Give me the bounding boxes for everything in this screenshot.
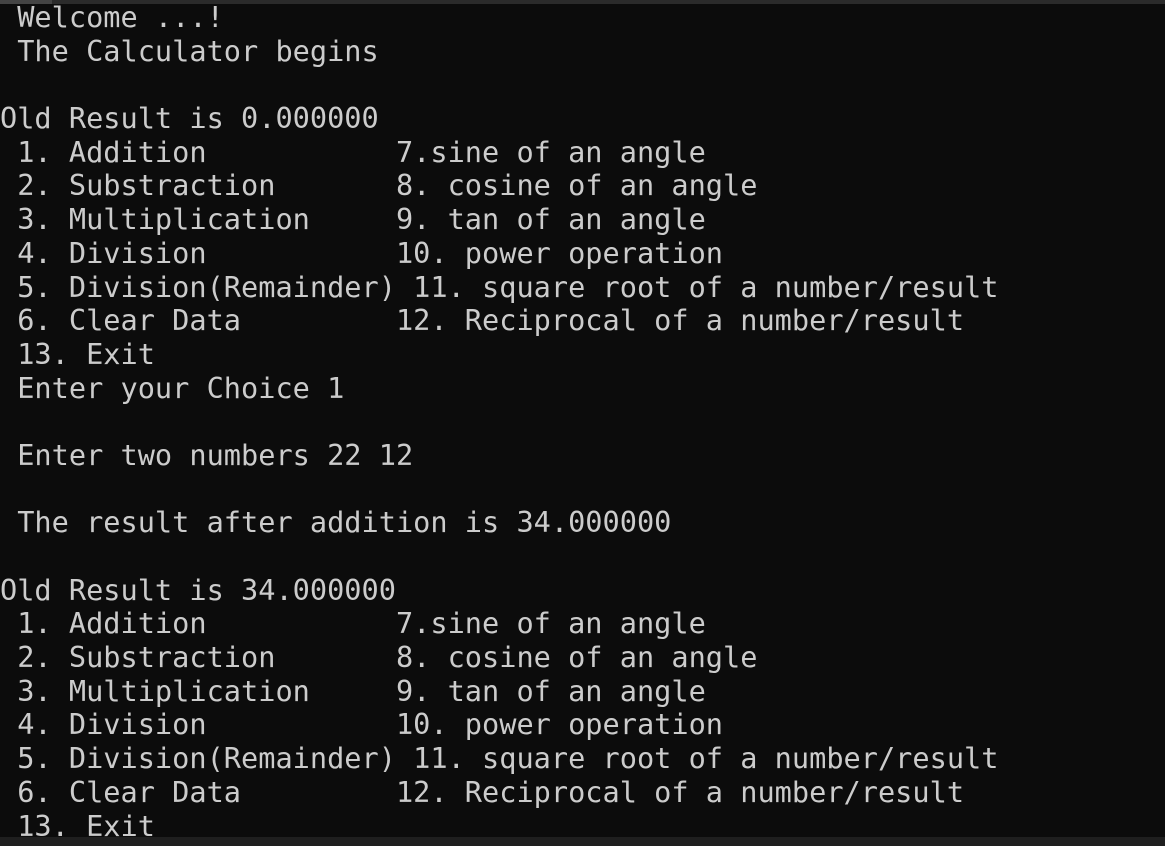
console-line: 13. Exit [0,336,155,371]
console-line: 4. Division 10. power operation [0,235,724,270]
console-line: 4. Division 10. power operation [0,707,724,742]
console-line: Enter two numbers 22 12 [0,437,414,472]
console-line: 6. Clear Data 12. Reciprocal of a number… [0,774,965,809]
console-line: 13. Exit [0,808,155,837]
console-line: 2. Substraction 8. cosine of an angle [0,640,758,675]
console-line: 1. Addition 7.sine of an angle [0,134,706,169]
console-line: 5. Division(Remainder) 11. square root o… [0,269,999,304]
console-line: The result after addition is 34.000000 [0,505,672,540]
console-line: 1. Addition 7.sine of an angle [0,606,706,641]
console-line: Old Result is 0.000000 [0,101,379,136]
console-line: 5. Division(Remainder) 11. square root o… [0,741,999,776]
console-line: 6. Clear Data 12. Reciprocal of a number… [0,303,965,338]
console-line: Old Result is 34.000000 [0,572,396,607]
console-line: Enter your Choice 1 [0,370,345,405]
console-line: 2. Substraction 8. cosine of an angle [0,168,758,203]
console-line: 3. Multiplication 9. tan of an angle [0,673,706,708]
console-output[interactable]: Welcome ...! The Calculator begins Old Re… [0,1,1165,837]
horizontal-scrollbar[interactable] [0,837,1165,846]
console-line: Welcome ...! [0,1,224,34]
console-line: The Calculator begins [0,33,379,68]
console-line: 3. Multiplication 9. tan of an angle [0,202,706,237]
